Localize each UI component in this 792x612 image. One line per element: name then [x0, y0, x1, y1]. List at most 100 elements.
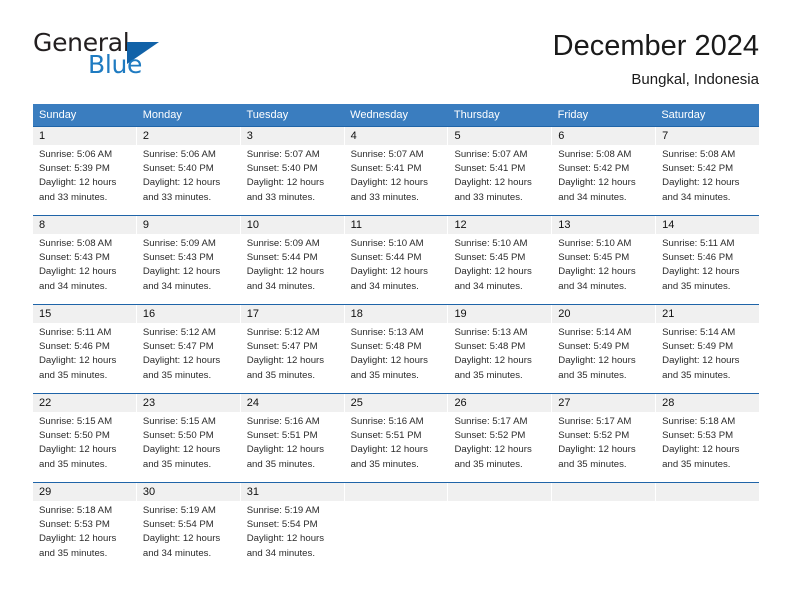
- daylight-text-line1: Daylight: 12 hours: [350, 177, 428, 189]
- day-cell[interactable]: 2 Sunrise: 5:06 AM Sunset: 5:40 PM Dayli…: [136, 127, 241, 215]
- sunrise-text: Sunrise: 5:07 AM: [350, 149, 424, 160]
- sunrise-text: Sunrise: 5:12 AM: [246, 327, 320, 338]
- day-info: Sunrise: 5:06 AM Sunset: 5:40 PM Dayligh…: [137, 145, 240, 205]
- sunset-text: Sunset: 5:50 PM: [39, 430, 110, 442]
- day-number: 24: [240, 394, 344, 412]
- day-cell[interactable]: 9 Sunrise: 5:09 AM Sunset: 5:43 PM Dayli…: [136, 216, 241, 304]
- sunset-text: Sunset: 5:44 PM: [246, 252, 318, 264]
- sunset-text: Sunset: 5:43 PM: [142, 252, 214, 264]
- day-cell[interactable]: 22 Sunrise: 5:15 AM Sunset: 5:50 PM Dayl…: [33, 394, 137, 482]
- sunset-text: Sunset: 5:46 PM: [662, 252, 734, 264]
- week-row: 29 Sunrise: 5:18 AM Sunset: 5:53 PM Dayl…: [33, 482, 760, 571]
- day-info: Sunrise: 5:10 AM Sunset: 5:45 PM Dayligh…: [552, 234, 655, 294]
- daylight-text-line2: and 34 minutes.: [662, 191, 731, 203]
- daylight-text-line1: Daylight: 12 hours: [558, 444, 636, 456]
- day-cell[interactable]: 17 Sunrise: 5:12 AM Sunset: 5:47 PM Dayl…: [240, 305, 345, 393]
- sunset-text: Sunset: 5:45 PM: [558, 252, 630, 264]
- day-number: 28: [656, 394, 760, 412]
- day-cell[interactable]: 30 Sunrise: 5:19 AM Sunset: 5:54 PM Dayl…: [136, 483, 241, 571]
- day-info: Sunrise: 5:07 AM Sunset: 5:41 PM Dayligh…: [448, 145, 551, 205]
- week-row: 8 Sunrise: 5:08 AM Sunset: 5:43 PM Dayli…: [33, 215, 760, 304]
- day-cell[interactable]: 23 Sunrise: 5:15 AM Sunset: 5:50 PM Dayl…: [136, 394, 241, 482]
- day-number: [448, 483, 552, 501]
- day-cell[interactable]: 26 Sunrise: 5:17 AM Sunset: 5:52 PM Dayl…: [448, 394, 553, 482]
- day-cell[interactable]: 7 Sunrise: 5:08 AM Sunset: 5:42 PM Dayli…: [656, 127, 760, 215]
- daylight-text-line1: Daylight: 12 hours: [39, 266, 117, 278]
- sunset-text: Sunset: 5:43 PM: [39, 252, 110, 264]
- day-cell[interactable]: 24 Sunrise: 5:16 AM Sunset: 5:51 PM Dayl…: [240, 394, 345, 482]
- day-cell[interactable]: 14 Sunrise: 5:11 AM Sunset: 5:46 PM Dayl…: [656, 216, 760, 304]
- day-cell[interactable]: 28 Sunrise: 5:18 AM Sunset: 5:53 PM Dayl…: [656, 394, 760, 482]
- daylight-text-line2: and 35 minutes.: [142, 369, 212, 381]
- sunrise-text: Sunrise: 5:19 AM: [246, 505, 320, 516]
- day-number: 11: [344, 216, 448, 234]
- sunset-text: Sunset: 5:42 PM: [662, 163, 734, 175]
- day-cell[interactable]: 12 Sunrise: 5:10 AM Sunset: 5:45 PM Dayl…: [448, 216, 553, 304]
- sunrise-text: Sunrise: 5:14 AM: [662, 327, 736, 338]
- day-cell[interactable]: 11 Sunrise: 5:10 AM Sunset: 5:44 PM Dayl…: [344, 216, 449, 304]
- day-cell[interactable]: 8 Sunrise: 5:08 AM Sunset: 5:43 PM Dayli…: [33, 216, 137, 304]
- day-info: Sunrise: 5:07 AM Sunset: 5:41 PM Dayligh…: [345, 145, 448, 205]
- daylight-text-line1: Daylight: 12 hours: [142, 355, 221, 367]
- day-cell[interactable]: 20 Sunrise: 5:14 AM Sunset: 5:49 PM Dayl…: [552, 305, 657, 393]
- day-cell[interactable]: 10 Sunrise: 5:09 AM Sunset: 5:44 PM Dayl…: [240, 216, 345, 304]
- day-cell[interactable]: 4 Sunrise: 5:07 AM Sunset: 5:41 PM Dayli…: [344, 127, 449, 215]
- sunset-text: Sunset: 5:40 PM: [142, 163, 214, 175]
- day-number: 25: [344, 394, 448, 412]
- daylight-text-line1: Daylight: 12 hours: [39, 444, 117, 456]
- weekday-header-saturday: Saturday: [661, 109, 706, 121]
- daylight-text-line2: and 35 minutes.: [246, 369, 315, 381]
- day-cell[interactable]: 27 Sunrise: 5:17 AM Sunset: 5:52 PM Dayl…: [552, 394, 657, 482]
- day-cell[interactable]: 18 Sunrise: 5:13 AM Sunset: 5:48 PM Dayl…: [344, 305, 449, 393]
- daylight-text-line2: and 33 minutes.: [350, 191, 419, 203]
- sunset-text: Sunset: 5:39 PM: [39, 163, 110, 175]
- weekday-header-monday: Monday: [142, 109, 182, 121]
- daylight-text-line1: Daylight: 12 hours: [454, 177, 532, 189]
- day-cell[interactable]: 16 Sunrise: 5:12 AM Sunset: 5:47 PM Dayl…: [136, 305, 241, 393]
- day-info: Sunrise: 5:14 AM Sunset: 5:49 PM Dayligh…: [552, 323, 655, 383]
- day-cell[interactable]: 1 Sunrise: 5:06 AM Sunset: 5:39 PM Dayli…: [33, 127, 137, 215]
- day-number: [344, 483, 448, 501]
- week-row: 22 Sunrise: 5:15 AM Sunset: 5:50 PM Dayl…: [33, 393, 760, 482]
- sunrise-text: Sunrise: 5:17 AM: [454, 416, 528, 427]
- daylight-text-line2: and 33 minutes.: [246, 191, 315, 203]
- day-cell[interactable]: 31 Sunrise: 5:19 AM Sunset: 5:54 PM Dayl…: [240, 483, 345, 571]
- weekday-header-row: Sunday Monday Tuesday Wednesday Thursday…: [33, 104, 759, 126]
- day-info: Sunrise: 5:09 AM Sunset: 5:43 PM Dayligh…: [137, 234, 240, 294]
- sunset-text: Sunset: 5:53 PM: [662, 430, 734, 442]
- day-info: Sunrise: 5:16 AM Sunset: 5:51 PM Dayligh…: [241, 412, 344, 472]
- day-cell-empty: [552, 483, 657, 571]
- sunset-text: Sunset: 5:52 PM: [454, 430, 526, 442]
- day-cell[interactable]: 5 Sunrise: 5:07 AM Sunset: 5:41 PM Dayli…: [448, 127, 553, 215]
- daylight-text-line1: Daylight: 12 hours: [142, 266, 221, 278]
- sunset-text: Sunset: 5:42 PM: [558, 163, 630, 175]
- day-cell[interactable]: 6 Sunrise: 5:08 AM Sunset: 5:42 PM Dayli…: [552, 127, 657, 215]
- day-cell[interactable]: 25 Sunrise: 5:16 AM Sunset: 5:51 PM Dayl…: [344, 394, 449, 482]
- day-number: 12: [448, 216, 552, 234]
- day-number: 14: [656, 216, 760, 234]
- day-cell[interactable]: 19 Sunrise: 5:13 AM Sunset: 5:48 PM Dayl…: [448, 305, 553, 393]
- day-number: 3: [240, 127, 344, 145]
- day-number: 18: [344, 305, 448, 323]
- weekday-header-wednesday: Wednesday: [350, 109, 409, 121]
- day-cell[interactable]: 21 Sunrise: 5:14 AM Sunset: 5:49 PM Dayl…: [656, 305, 760, 393]
- day-info: Sunrise: 5:17 AM Sunset: 5:52 PM Dayligh…: [448, 412, 551, 472]
- day-info: Sunrise: 5:15 AM Sunset: 5:50 PM Dayligh…: [33, 412, 136, 472]
- daylight-text-line1: Daylight: 12 hours: [350, 266, 428, 278]
- location-subtitle: Bungkal, Indonesia: [631, 71, 759, 88]
- day-cell[interactable]: 15 Sunrise: 5:11 AM Sunset: 5:46 PM Dayl…: [33, 305, 137, 393]
- daylight-text-line1: Daylight: 12 hours: [142, 533, 221, 545]
- day-info: Sunrise: 5:18 AM Sunset: 5:53 PM Dayligh…: [656, 412, 759, 472]
- day-cell[interactable]: 13 Sunrise: 5:10 AM Sunset: 5:45 PM Dayl…: [552, 216, 657, 304]
- sunrise-text: Sunrise: 5:14 AM: [558, 327, 632, 338]
- sunset-text: Sunset: 5:41 PM: [350, 163, 422, 175]
- daylight-text-line1: Daylight: 12 hours: [39, 533, 117, 545]
- daylight-text-line2: and 34 minutes.: [558, 191, 627, 203]
- day-cell[interactable]: 29 Sunrise: 5:18 AM Sunset: 5:53 PM Dayl…: [33, 483, 137, 571]
- daylight-text-line1: Daylight: 12 hours: [142, 177, 221, 189]
- day-cell[interactable]: 3 Sunrise: 5:07 AM Sunset: 5:40 PM Dayli…: [240, 127, 345, 215]
- daylight-text-line1: Daylight: 12 hours: [246, 177, 325, 189]
- sunrise-text: Sunrise: 5:13 AM: [350, 327, 424, 338]
- day-info: Sunrise: 5:13 AM Sunset: 5:48 PM Dayligh…: [448, 323, 551, 383]
- general-blue-logo[interactable]: General Blue: [33, 28, 253, 88]
